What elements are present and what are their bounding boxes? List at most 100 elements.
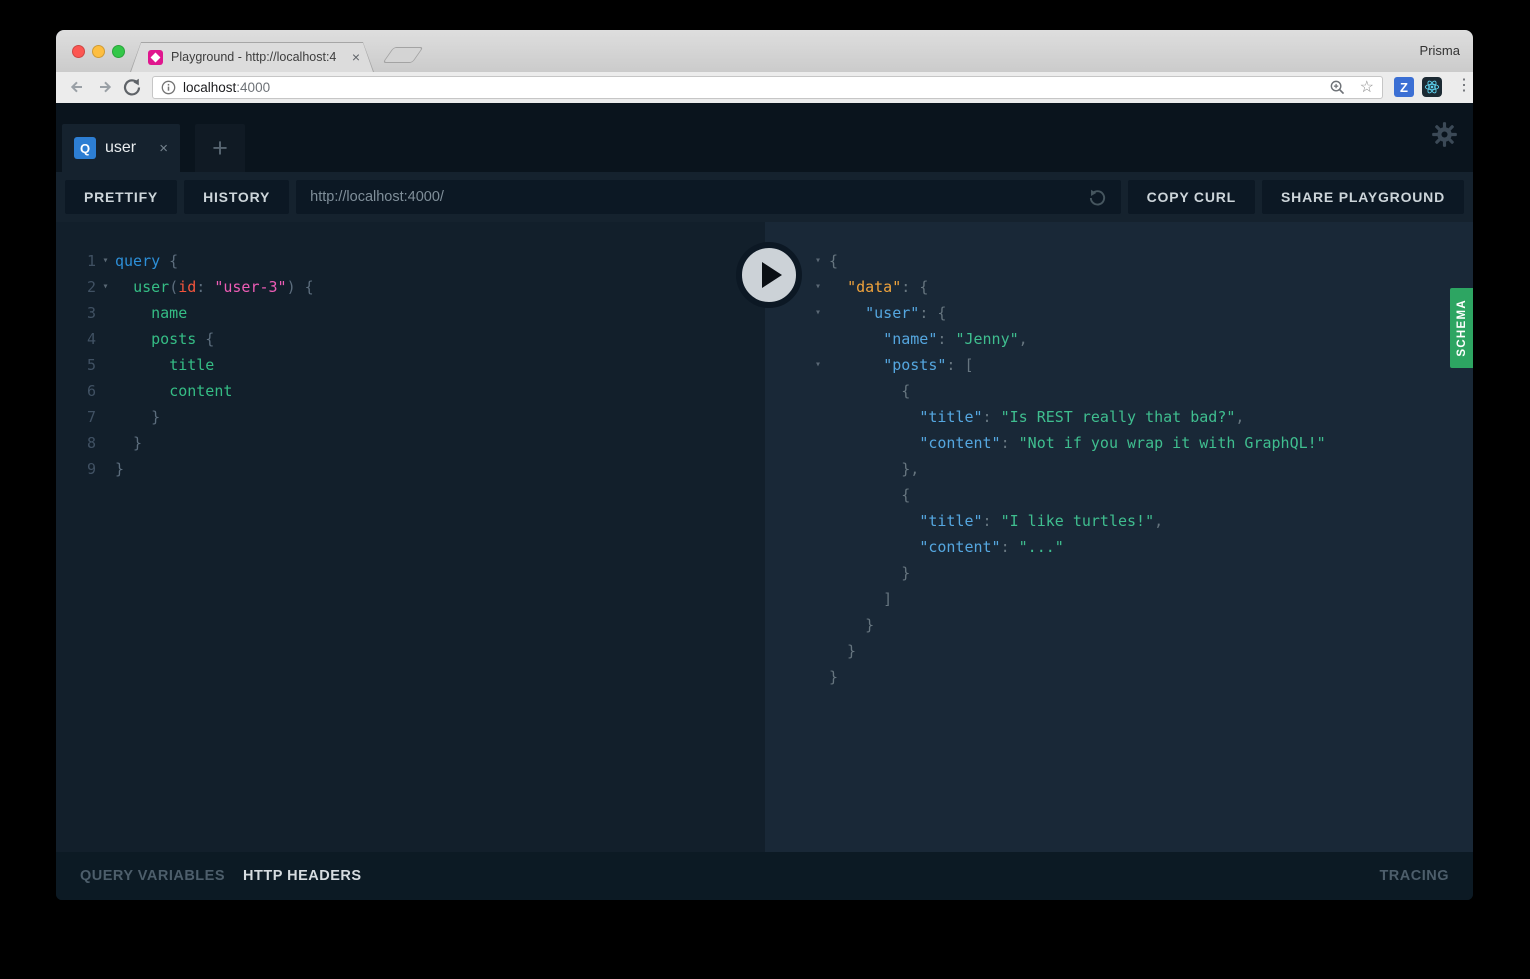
- code-text: {: [829, 486, 911, 504]
- code-text: "title": "I like turtles!",: [919, 512, 1164, 530]
- fold-caret-icon[interactable]: ▾: [96, 248, 115, 274]
- titlebar: Playground - http://localhost:4 × Prisma: [56, 30, 1473, 72]
- session-tab-user[interactable]: Q user ×: [62, 124, 180, 172]
- url-text: localhost:4000: [183, 80, 270, 95]
- fold-caret-icon[interactable]: ▾: [96, 274, 115, 300]
- line-number: 4: [86, 330, 96, 348]
- code-line: }: [807, 638, 1473, 664]
- code-line: 1 ▾ query {: [80, 248, 765, 274]
- url-host: localhost: [183, 80, 237, 95]
- reload-icon[interactable]: [122, 77, 142, 97]
- fold-caret-icon[interactable]: ▾: [807, 248, 829, 274]
- url-port: :4000: [236, 80, 271, 95]
- code-text: }: [829, 616, 875, 634]
- copy-curl-button[interactable]: COPY CURL: [1127, 180, 1256, 214]
- response-viewer: ▾{▾ "data": {▾ "user": { "name": "Jenny"…: [765, 222, 1473, 852]
- code-line: }: [807, 560, 1473, 586]
- settings-gear-icon[interactable]: [1431, 121, 1458, 148]
- code-line: ▾ "user": {: [807, 300, 1473, 326]
- session-tab-title: user: [105, 139, 137, 156]
- code-line: }: [807, 664, 1473, 690]
- playground-toolbar: PRETTIFY HISTORY COPY CURL SHARE PLAYGRO…: [56, 172, 1473, 222]
- line-number: 8: [86, 434, 96, 452]
- page-info-icon[interactable]: [161, 80, 176, 95]
- browser-window: Playground - http://localhost:4 × Prisma: [56, 30, 1473, 900]
- prettify-button[interactable]: PRETTIFY: [65, 180, 178, 214]
- browser-menu-icon[interactable]: ⋮: [1456, 75, 1472, 95]
- code-line: ▾ "posts": [: [807, 352, 1473, 378]
- session-tab-close-icon[interactable]: ×: [159, 140, 168, 157]
- code-line: 6 content: [80, 378, 765, 404]
- query-variables-tab[interactable]: QUERY VARIABLES: [80, 868, 225, 884]
- code-text: "user": {: [865, 304, 947, 322]
- code-text: "name": "Jenny",: [883, 330, 1028, 348]
- code-line: 8 }: [80, 430, 765, 456]
- back-icon[interactable]: [67, 77, 87, 97]
- endpoint-input[interactable]: [310, 189, 1088, 205]
- endpoint-input-wrap: [296, 180, 1121, 214]
- fullscreen-window-button[interactable]: [112, 45, 125, 58]
- fold-caret-icon[interactable]: ▾: [807, 300, 829, 326]
- code-line: "content": "Not if you wrap it with Grap…: [807, 430, 1473, 456]
- graphql-playground: Q user × + PRETTIFY HISTORY http://local…: [56, 103, 1473, 900]
- close-window-button[interactable]: [72, 45, 85, 58]
- query-editor[interactable]: 1 ▾ query {2 ▾ user(id: "user-3") {3 name 4 …: [56, 222, 765, 852]
- code-text: }: [829, 564, 911, 582]
- code-text: },: [829, 460, 920, 478]
- code-line: 4 posts {: [80, 326, 765, 352]
- code-text: user(id: "user-3") {: [133, 278, 314, 296]
- code-text: "content": "Not if you wrap it with Grap…: [919, 434, 1326, 452]
- code-line: 2 ▾ user(id: "user-3") {: [80, 274, 765, 300]
- code-line: 7 }: [80, 404, 765, 430]
- tracing-tab[interactable]: TRACING: [1379, 868, 1449, 884]
- code-text: }: [829, 668, 839, 686]
- code-text: posts {: [151, 330, 215, 348]
- code-text: }: [115, 408, 161, 426]
- http-headers-tab[interactable]: HTTP HEADERS: [243, 868, 362, 884]
- share-playground-button[interactable]: SHARE PLAYGROUND: [1262, 180, 1464, 214]
- code-line: 5 title: [80, 352, 765, 378]
- line-number: 2: [86, 278, 96, 296]
- bookmark-star-icon[interactable]: ☆: [1360, 79, 1374, 96]
- code-text: title: [169, 356, 215, 374]
- line-number: 6: [86, 382, 96, 400]
- code-line: {: [807, 378, 1473, 404]
- fold-caret-icon[interactable]: ▾: [807, 352, 829, 378]
- play-icon: [762, 262, 782, 288]
- code-line: "title": "I like turtles!",: [807, 508, 1473, 534]
- line-number: 3: [86, 304, 96, 322]
- browser-tab[interactable]: Playground - http://localhost:4 ×: [130, 42, 374, 72]
- code-line: "content": "...": [807, 534, 1473, 560]
- new-session-tab-button[interactable]: +: [195, 124, 245, 172]
- playground-tabbar: Q user × +: [56, 103, 1473, 172]
- new-tab-button[interactable]: [382, 47, 424, 63]
- fold-caret-icon[interactable]: ▾: [807, 274, 829, 300]
- address-bar[interactable]: localhost:4000 ☆: [152, 76, 1383, 99]
- extension-z-icon[interactable]: Z: [1394, 77, 1414, 97]
- tab-close-icon[interactable]: ×: [352, 50, 360, 64]
- extension-react-devtools-icon[interactable]: [1422, 77, 1442, 97]
- line-number: 9: [86, 460, 96, 478]
- code-text: {: [829, 252, 839, 270]
- execute-query-button[interactable]: [736, 242, 802, 308]
- zoom-icon[interactable]: [1329, 79, 1346, 96]
- minimize-window-button[interactable]: [92, 45, 105, 58]
- forward-icon[interactable]: [95, 77, 115, 97]
- desktop-background: Playground - http://localhost:4 × Prisma: [0, 0, 1530, 979]
- reload-schema-icon[interactable]: [1088, 188, 1107, 207]
- code-line: "title": "Is REST really that bad?",: [807, 404, 1473, 430]
- schema-sidebar-tab[interactable]: SCHEMA: [1450, 288, 1473, 368]
- history-button[interactable]: HISTORY: [184, 180, 290, 214]
